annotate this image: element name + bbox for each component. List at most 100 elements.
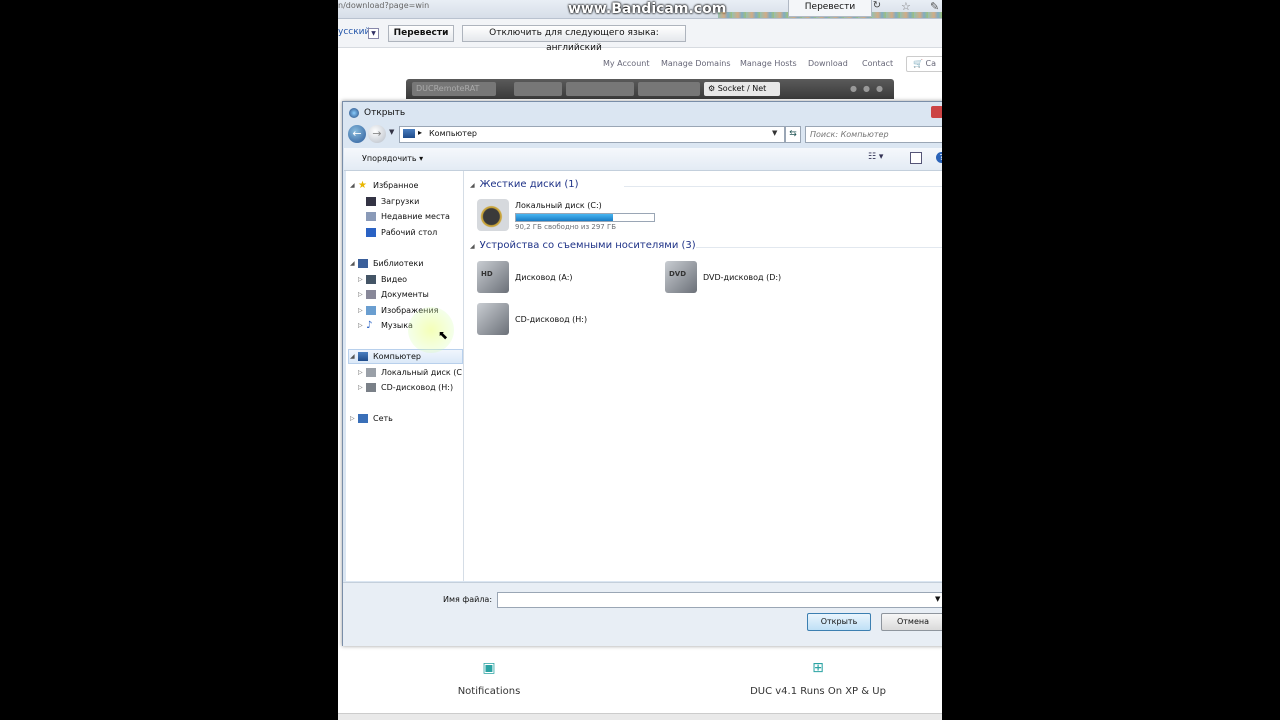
chevron-down-icon[interactable]: ▼ xyxy=(935,595,940,603)
chevron-down-icon[interactable]: ▼ xyxy=(368,28,379,39)
language-select[interactable]: усский xyxy=(338,27,370,37)
expand-arrow-icon[interactable]: ▷ xyxy=(358,318,363,333)
cancel-button[interactable]: Отмена xyxy=(881,613,942,631)
group-divider xyxy=(624,186,942,187)
group-header-hard-disks[interactable]: ◢ Жесткие диски (1) xyxy=(470,179,579,190)
drive-tag: HD xyxy=(481,270,493,278)
disk-usage-bar xyxy=(515,213,655,222)
feature-label: Notifications xyxy=(457,686,521,697)
breadcrumb-separator-icon[interactable]: ▸ xyxy=(418,128,422,137)
dialog-footer: Имя файла: ▼ Открыть Отмена xyxy=(343,582,942,646)
nav-label: Недавние места xyxy=(381,212,450,221)
nav-contact[interactable]: Contact xyxy=(862,59,893,68)
back-arrow-icon[interactable]: ← xyxy=(348,125,366,143)
window-controls[interactable]: ●●● xyxy=(850,84,889,93)
group-header-removable[interactable]: ◢ Устройства со съемными носителями (3) xyxy=(470,240,696,251)
expand-arrow-icon[interactable]: ▷ xyxy=(358,380,363,395)
cd-drive-icon xyxy=(366,383,376,392)
url-text[interactable]: n/download?page=win xyxy=(338,1,429,10)
translate-bar: усский ▼ Перевести Отключить для следующ… xyxy=(338,19,942,53)
cart-button[interactable]: 🛒 Ca xyxy=(906,56,942,72)
network-icon xyxy=(358,414,368,423)
recent-places-icon xyxy=(366,212,376,221)
windows-logo-icon: ⊞ xyxy=(812,660,824,676)
expand-arrow-icon[interactable]: ▷ xyxy=(350,411,355,426)
help-icon[interactable]: ? xyxy=(936,152,942,163)
filename-field[interactable] xyxy=(497,592,942,608)
app-tab-2[interactable] xyxy=(514,82,562,96)
app-tab-1[interactable]: DUCRemoteRAT xyxy=(412,82,496,96)
drive-free-space: 90,2 ГБ свободно из 297 ГБ xyxy=(515,223,617,231)
nav-download[interactable]: Download xyxy=(808,59,848,68)
collapse-arrow-icon[interactable]: ◢ xyxy=(350,349,355,364)
screen: n/download?page=win www.Bandicam.com Пер… xyxy=(338,0,942,720)
refresh-icon[interactable]: ↻ xyxy=(870,0,884,14)
breadcrumb-computer[interactable]: Компьютер xyxy=(429,129,477,138)
nav-my-account[interactable]: My Account xyxy=(603,59,649,68)
organize-button[interactable]: Упорядочить ▾ xyxy=(362,154,423,163)
app-tab-4[interactable] xyxy=(638,82,700,96)
translate-toolbar-button[interactable]: Перевести xyxy=(788,0,872,17)
drive-d[interactable]: DVD DVD-дисковод (D:) xyxy=(665,261,815,297)
feature-duc: ⊞ DUC v4.1 Runs On XP & Up xyxy=(738,660,898,697)
collapse-arrow-icon[interactable]: ◢ xyxy=(470,182,475,189)
feature-notifications: ▣ Notifications xyxy=(434,660,544,697)
expand-arrow-icon[interactable]: ▷ xyxy=(358,287,363,302)
expand-arrow-icon[interactable]: ▷ xyxy=(358,303,363,318)
search-input[interactable] xyxy=(806,127,942,142)
cd-drive-icon xyxy=(477,303,509,335)
dialog-title: Открыть xyxy=(364,108,406,118)
group-title: Жесткие диски (1) xyxy=(479,179,579,190)
chevron-down-icon[interactable]: ▼ xyxy=(772,129,777,137)
drive-h[interactable]: CD-дисковод (H:) xyxy=(477,303,617,339)
expand-arrow-icon[interactable]: ▷ xyxy=(358,272,363,287)
open-file-dialog: Открыть ← → ▼ ▸ Компьютер ▼ ⇆ Упорядочит… xyxy=(342,101,942,646)
app-tab-socket-net[interactable]: ⚙ Socket / Net xyxy=(704,82,780,96)
drive-tag: DVD xyxy=(669,270,687,278)
address-row: ← → ▼ ▸ Компьютер ▼ ⇆ xyxy=(343,124,942,146)
collapse-arrow-icon[interactable]: ◢ xyxy=(470,243,475,250)
nav-manage-domains[interactable]: Manage Domains xyxy=(661,59,731,68)
star-icon: ★ xyxy=(358,180,367,191)
filename-input[interactable] xyxy=(498,593,932,607)
forward-arrow-icon[interactable]: → xyxy=(368,125,386,143)
drive-c[interactable]: Локальный диск (C:) 90,2 ГБ свободно из … xyxy=(477,199,667,235)
mouse-cursor-icon: ⬉ xyxy=(438,328,449,342)
address-bar[interactable]: ▸ Компьютер ▼ xyxy=(399,126,785,143)
view-options-icon[interactable]: ☷ ▾ xyxy=(868,152,883,162)
nav-label: Компьютер xyxy=(373,352,421,361)
search-box[interactable] xyxy=(805,126,942,143)
app-tabs: DUCRemoteRAT ⚙ Socket / Net ●●● xyxy=(406,79,894,99)
dvd-drive-icon: DVD xyxy=(665,261,697,293)
close-icon[interactable] xyxy=(931,106,942,118)
hard-disk-icon xyxy=(366,368,376,377)
open-button[interactable]: Открыть xyxy=(807,613,871,631)
nav-label: Загрузки xyxy=(381,197,420,206)
dialog-titlebar: Открыть xyxy=(343,102,942,124)
wrench-icon[interactable]: ✎ xyxy=(930,0,939,13)
bandicam-watermark: www.Bandicam.com xyxy=(568,1,727,17)
group-title: Устройства со съемными носителями (3) xyxy=(479,240,696,251)
group-divider xyxy=(696,247,942,248)
expand-arrow-icon[interactable]: ▷ xyxy=(358,365,363,380)
cart-label: Ca xyxy=(925,59,937,68)
documents-icon xyxy=(366,290,376,299)
disable-translate-button[interactable]: Отключить для следующего языка: английск… xyxy=(462,25,686,53)
nav-manage-hosts[interactable]: Manage Hosts xyxy=(740,59,797,68)
dialog-toolbar: Упорядочить ▾ ☷ ▾ ? xyxy=(344,148,942,171)
nav-label: Избранное xyxy=(373,181,419,190)
app-tab-3[interactable] xyxy=(566,82,634,96)
chat-bubble-icon: ▣ xyxy=(482,660,496,676)
history-dropdown-icon[interactable]: ▼ xyxy=(389,128,394,136)
video-icon xyxy=(366,275,376,284)
drive-a[interactable]: HD Дисковод (A:) xyxy=(477,261,617,297)
nav-label: Сеть xyxy=(373,414,393,423)
star-icon[interactable]: ☆ xyxy=(901,0,911,13)
translate-button[interactable]: Перевести xyxy=(388,25,454,42)
music-icon: ♪ xyxy=(366,320,373,331)
collapse-arrow-icon[interactable]: ◢ xyxy=(350,256,355,271)
refresh-icon[interactable]: ⇆ xyxy=(785,126,801,143)
preview-pane-icon[interactable] xyxy=(910,152,922,164)
collapse-arrow-icon[interactable]: ◢ xyxy=(350,178,355,193)
taskbar-strip xyxy=(338,713,942,720)
